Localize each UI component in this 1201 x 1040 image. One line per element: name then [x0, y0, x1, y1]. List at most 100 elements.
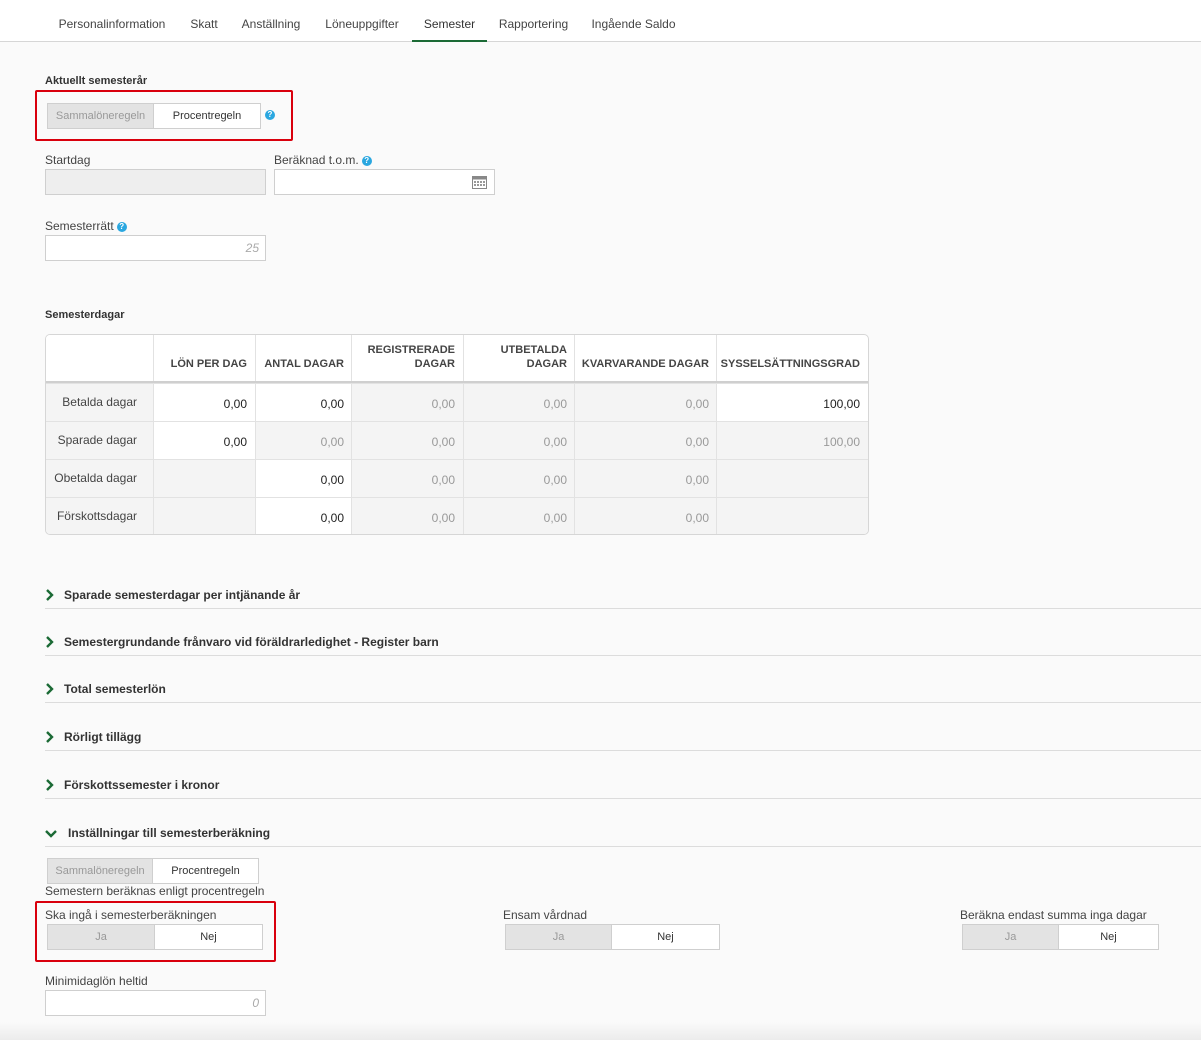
help-icon[interactable]: ? — [116, 222, 127, 232]
cell-antal-dagar[interactable]: 0,00 — [255, 498, 352, 534]
cell-utbetalda: 0,00 — [463, 460, 575, 497]
minimidaglon-placeholder: 0 — [252, 996, 259, 1010]
ja-option[interactable]: Ja — [506, 925, 612, 949]
header-utbetalda-line1: UTBETALDA — [500, 344, 567, 356]
section-title: Förskottssemester i kronor — [64, 778, 220, 792]
cell-registrerade: 0,00 — [351, 384, 463, 421]
cell-lon-per-dag — [153, 498, 255, 534]
table-row-sparade: Sparade dagar 0,00 0,00 0,00 0,00 0,00 1… — [46, 421, 868, 459]
cell-lon-per-dag[interactable]: 0,00 — [153, 384, 255, 421]
bottom-shade — [0, 1022, 1201, 1040]
row-label: Betalda dagar — [46, 384, 153, 421]
header-antal-dagar: ANTAL DAGAR — [255, 335, 352, 383]
cell-sysselsattningsgrad — [716, 498, 868, 534]
section-title: Semestergrundande frånvaro vid föräldrar… — [64, 635, 439, 649]
section-installningar[interactable]: Inställningar till semesterberäkning — [45, 824, 1201, 847]
semesterratt-label: Semesterrätt? — [45, 219, 127, 233]
beraknad-label: Beräknad t.o.m.? — [274, 153, 372, 167]
startdag-label: Startdag — [45, 153, 91, 167]
row-label: Obetalda dagar — [46, 460, 153, 497]
section-forskottssemester[interactable]: Förskottssemester i kronor — [45, 776, 1201, 799]
semesterratt-input[interactable]: 25 — [45, 235, 266, 261]
startdag-input — [45, 169, 266, 195]
cell-sysselsattningsgrad: 100,00 — [716, 422, 868, 459]
berakna-label: Beräkna endast summa inga dagar — [960, 908, 1147, 922]
ja-option[interactable]: Ja — [963, 925, 1059, 949]
berakna-toggle: Ja Nej — [962, 924, 1159, 950]
tab-bar: Personalinformation Skatt Anställning Lö… — [0, 0, 1201, 42]
settings-rule-toggle: Sammalöneregeln Procentregeln — [47, 858, 259, 884]
cell-registrerade: 0,00 — [351, 422, 463, 459]
chevron-right-icon — [46, 636, 54, 648]
header-lon-per-dag: LÖN PER DAG — [153, 335, 255, 383]
cell-registrerade: 0,00 — [351, 460, 463, 497]
tab-semester[interactable]: Semester — [412, 0, 487, 42]
highlight-box — [35, 901, 276, 962]
cell-antal-dagar[interactable]: 0,00 — [255, 460, 352, 497]
sammaloneregeln-option[interactable]: Sammalöneregeln — [48, 859, 153, 883]
header-utbetalda-line2: DAGAR — [526, 358, 567, 370]
table-row-forskott: Förskottsdagar 0,00 0,00 0,00 0,00 — [46, 497, 868, 534]
cell-utbetalda: 0,00 — [463, 384, 575, 421]
section-title: Rörligt tillägg — [64, 730, 142, 744]
highlight-box — [35, 90, 293, 141]
cell-lon-per-dag — [153, 460, 255, 497]
minimidaglon-label: Minimidaglön heltid — [45, 974, 148, 988]
chevron-right-icon — [46, 731, 54, 743]
semesterratt-placeholder: 25 — [245, 241, 259, 255]
cell-lon-per-dag[interactable]: 0,00 — [153, 422, 255, 459]
nej-option[interactable]: Nej — [612, 925, 719, 949]
cell-utbetalda: 0,00 — [463, 498, 575, 534]
header-kvarvarande-dagar: KVARVARANDE DAGAR — [574, 335, 717, 383]
section-foraldrarledighet[interactable]: Semestergrundande frånvaro vid föräldrar… — [45, 633, 1201, 656]
rule-note: Semestern beräknas enligt procentregeln — [45, 884, 265, 898]
tab-rapportering[interactable]: Rapportering — [491, 0, 576, 41]
nej-option[interactable]: Nej — [1059, 925, 1158, 949]
cell-utbetalda: 0,00 — [463, 422, 575, 459]
semesterdagar-title: Semesterdagar — [45, 309, 125, 321]
section-title: Total semesterlön — [64, 682, 166, 696]
procentregeln-option[interactable]: Procentregeln — [153, 859, 258, 883]
beraknad-date-input[interactable] — [274, 169, 495, 195]
table-header-empty — [46, 335, 154, 383]
calendar-icon[interactable] — [472, 175, 487, 189]
header-registrerade-dagar: REGISTRERADE DAGAR — [351, 335, 463, 383]
semesterratt-label-text: Semesterrätt — [45, 219, 114, 233]
beraknad-label-text: Beräknad t.o.m. — [274, 153, 359, 167]
header-sysselsattningsgrad: SYSSELSÄTTNINGSGRAD — [716, 335, 868, 383]
tab-anstallning[interactable]: Anställning — [234, 0, 308, 41]
tab-loneuppgifter[interactable]: Löneuppgifter — [316, 0, 408, 41]
tab-skatt[interactable]: Skatt — [182, 0, 226, 41]
minimidaglon-input[interactable]: 0 — [45, 990, 266, 1016]
section-title: Sparade semesterdagar per intjänande år — [64, 588, 301, 602]
cell-sysselsattningsgrad — [716, 460, 868, 497]
section-rorligt-tillagg[interactable]: Rörligt tillägg — [45, 728, 1201, 751]
chevron-right-icon — [46, 779, 54, 791]
cell-kvarvarande: 0,00 — [574, 384, 717, 421]
tab-ingaende-saldo[interactable]: Ingående Saldo — [584, 0, 683, 41]
ensam-toggle: Ja Nej — [505, 924, 720, 950]
cell-kvarvarande: 0,00 — [574, 498, 717, 534]
cell-kvarvarande: 0,00 — [574, 460, 717, 497]
table-row-betalda: Betalda dagar 0,00 0,00 0,00 0,00 0,00 1… — [46, 383, 868, 421]
tab-personalinformation[interactable]: Personalinformation — [50, 0, 174, 41]
table-row-obetalda: Obetalda dagar 0,00 0,00 0,00 0,00 — [46, 459, 868, 497]
section-title: Inställningar till semesterberäkning — [68, 826, 271, 840]
help-icon[interactable]: ? — [361, 156, 372, 166]
row-label: Förskottsdagar — [46, 498, 153, 534]
cell-antal-dagar: 0,00 — [255, 422, 352, 459]
chevron-right-icon — [46, 683, 54, 695]
cell-antal-dagar[interactable]: 0,00 — [255, 384, 352, 421]
cell-kvarvarande: 0,00 — [574, 422, 717, 459]
section-total-semesterlon[interactable]: Total semesterlön — [45, 680, 1201, 703]
cell-sysselsattningsgrad[interactable]: 100,00 — [716, 384, 868, 421]
chevron-right-icon — [46, 589, 54, 601]
header-registrerade-line2: DAGAR — [414, 358, 455, 370]
header-utbetalda-dagar: UTBETALDA DAGAR — [463, 335, 575, 383]
row-label: Sparade dagar — [46, 422, 153, 459]
chevron-down-icon — [45, 830, 57, 838]
ensam-label: Ensam vårdnad — [503, 908, 588, 922]
section-sparade-semesterdagar[interactable]: Sparade semesterdagar per intjänande år — [45, 586, 1201, 609]
semesterdagar-table: LÖN PER DAG ANTAL DAGAR REGISTRERADE DAGA… — [45, 334, 869, 535]
current-year-title: Aktuellt semesterår — [45, 75, 148, 87]
